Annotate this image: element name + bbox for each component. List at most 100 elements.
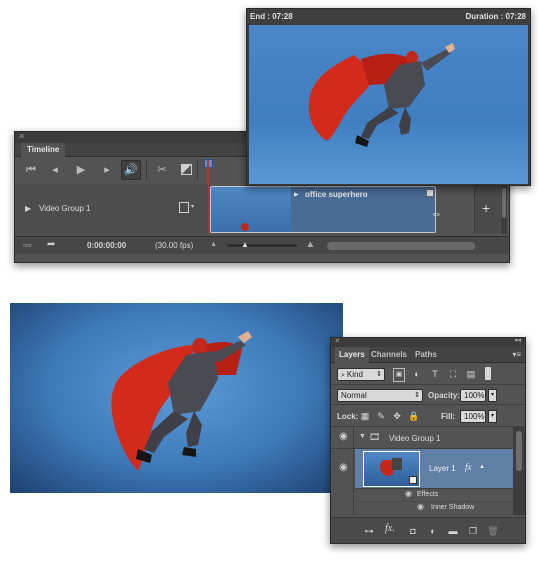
add-media-area: +: [474, 186, 500, 233]
layer-group-row[interactable]: ◉ ▼ 🎞 Video Group 1: [331, 427, 513, 449]
collapse-icon[interactable]: ◂◂: [514, 336, 521, 344]
next-frame-icon[interactable]: ▸: [99, 163, 115, 177]
tab-timeline[interactable]: Timeline: [21, 143, 66, 157]
column-divider: [353, 427, 354, 449]
lock-pixels-icon[interactable]: ✎: [375, 410, 387, 422]
preview-infobar: End : 07:28 Duration : 07:28: [247, 9, 530, 24]
zoom-out-icon[interactable]: ▲: [210, 241, 217, 248]
fill-dropdown-icon[interactable]: ▾: [488, 410, 497, 423]
eye-icon[interactable]: ◉: [339, 462, 348, 473]
lock-position-icon[interactable]: ✥: [391, 410, 403, 422]
layers-close-button[interactable]: ×: [335, 336, 340, 345]
fill-input[interactable]: 100%: [460, 410, 486, 423]
video-clip[interactable]: ▶ office superhero: [210, 186, 436, 233]
filter-type-icon[interactable]: T: [429, 368, 441, 380]
clip-expand-icon[interactable]: ▶: [294, 191, 299, 198]
opacity-label: Opacity:: [428, 391, 461, 400]
tab-channels[interactable]: Channels: [367, 347, 411, 363]
eye-icon[interactable]: ◉: [417, 502, 424, 511]
effects-label: Effects: [417, 491, 439, 498]
layer-row-selected[interactable]: Layer 1 fx ▲: [355, 449, 513, 489]
timeline-vertical-scrollbar[interactable]: [501, 184, 507, 234]
new-layer-icon[interactable]: ❐: [467, 525, 479, 537]
flying-superhero-illustration: [111, 331, 252, 471]
link-layers-icon[interactable]: ⊶: [363, 525, 375, 537]
new-group-icon[interactable]: ▬: [447, 525, 459, 537]
scroll-thumb[interactable]: [502, 188, 506, 218]
filter-toggle[interactable]: [485, 367, 491, 380]
track-expand-icon[interactable]: ▶: [25, 204, 31, 213]
layer-fx-badge[interactable]: fx: [465, 462, 472, 472]
scroll-thumb[interactable]: [516, 431, 522, 471]
zoom-slider[interactable]: [227, 244, 297, 247]
layers-footer: ⊶ fx. ◘ ◐ ▬ ❐ 🗑: [331, 517, 525, 543]
group-expand-icon[interactable]: ▼: [359, 433, 366, 440]
split-scissors-icon[interactable]: ✂: [153, 163, 171, 177]
tab-layers[interactable]: Layers: [335, 347, 369, 363]
inner-shadow-label: Inner Shadow: [431, 504, 475, 511]
track-media-icon[interactable]: [179, 202, 189, 213]
zoom-slider-thumb[interactable]: ▲: [241, 240, 249, 249]
new-adjustment-icon[interactable]: ◐: [427, 525, 439, 537]
tab-paths[interactable]: Paths: [411, 347, 441, 363]
layer-name: Layer 1: [429, 464, 456, 473]
eye-icon[interactable]: ◉: [339, 431, 348, 442]
layer-list: ◉ ▼ 🎞 Video Group 1 Layer 1 fx ▲ ◉ ◉ Eff: [331, 427, 513, 515]
add-media-button[interactable]: +: [482, 200, 490, 216]
clip-menu-icon[interactable]: [426, 189, 434, 197]
toolbar-divider: [146, 160, 147, 180]
lock-all-icon[interactable]: 🔒: [408, 410, 420, 422]
inner-shadow-row[interactable]: ◉ Inner Shadow: [355, 502, 513, 515]
current-time-readout: 0:00:00:00: [87, 241, 127, 250]
audio-icon[interactable]: 🔊: [121, 160, 141, 180]
play-icon[interactable]: ▶: [73, 163, 89, 177]
filter-adjustment-icon[interactable]: ◐: [411, 368, 423, 380]
video-preview-window: End : 07:28 Duration : 07:28: [246, 8, 531, 186]
frame-rate-readout: (30.00 fps): [155, 241, 194, 250]
video-badge-icon: [409, 476, 417, 484]
lock-label: Lock:: [337, 412, 359, 421]
timeline-horizontal-scrollbar[interactable]: [327, 242, 475, 250]
thumbnail-image: [364, 452, 419, 486]
timeline-close-button[interactable]: ×: [19, 131, 24, 141]
filter-shape-icon[interactable]: ⛶: [447, 368, 459, 380]
layers-tabbar: Layers Channels Paths ▾≡: [331, 347, 525, 363]
chevron-down-icon[interactable]: ▾: [191, 203, 194, 210]
trim-cursor-icon: ⇔: [431, 208, 442, 220]
canvas-image: [10, 303, 343, 493]
flying-superhero-illustration: [308, 43, 455, 147]
layer-filter-row: ⌕ Kind ⇕ ▣ ◐ T ⛶ ▤: [331, 363, 525, 385]
transition-icon[interactable]: [181, 164, 192, 175]
group-name: Video Group 1: [389, 434, 441, 443]
add-style-icon[interactable]: fx.: [385, 523, 395, 534]
render-video-icon[interactable]: ➦: [47, 239, 55, 250]
preview-frame-image: [249, 25, 528, 184]
previous-frame-icon[interactable]: ◂: [47, 163, 63, 177]
effects-expand-icon[interactable]: ▲: [479, 464, 485, 470]
blend-mode-select[interactable]: Normal ⇕: [337, 389, 423, 402]
lock-transparent-icon[interactable]: ▦: [359, 410, 371, 422]
video-group-icon: 🎞: [369, 432, 381, 442]
go-to-first-frame-icon[interactable]: ⏮: [23, 163, 39, 177]
frame-animation-icon[interactable]: ▫▫▫: [23, 241, 32, 250]
zoom-in-icon[interactable]: ⛰: [307, 240, 314, 250]
filter-kind-select[interactable]: ⌕ Kind ⇕: [337, 368, 385, 381]
filter-pixel-icon[interactable]: ▣: [393, 368, 405, 382]
trash-icon[interactable]: 🗑: [487, 525, 499, 537]
superhero-thumb: [241, 223, 249, 231]
add-mask-icon[interactable]: ◘: [407, 525, 419, 537]
thumbnail-figure: [392, 458, 402, 470]
panel-menu-icon[interactable]: ▾≡: [512, 350, 521, 359]
fill-label: Fill:: [441, 412, 456, 421]
timeline-footer: ▫▫▫ ➦ 0:00:00:00 (30.00 fps) ▲ ▲ ⛰: [15, 236, 509, 254]
layers-scrollbar[interactable]: [513, 427, 525, 515]
filter-smartobject-icon[interactable]: ▤: [465, 368, 477, 380]
opacity-input[interactable]: 100%: [460, 389, 486, 402]
lock-row: Lock: ▦ ✎ ✥ 🔒 Fill: 100% ▾: [331, 405, 525, 427]
effects-row[interactable]: ◉ Effects: [355, 489, 513, 502]
eye-icon[interactable]: ◉: [405, 489, 412, 498]
layers-titlebar: × ◂◂: [331, 336, 525, 347]
duration-label: Duration : 07:28: [465, 12, 526, 21]
clip-thumbnail: [211, 187, 291, 232]
opacity-dropdown-icon[interactable]: ▾: [488, 389, 497, 402]
